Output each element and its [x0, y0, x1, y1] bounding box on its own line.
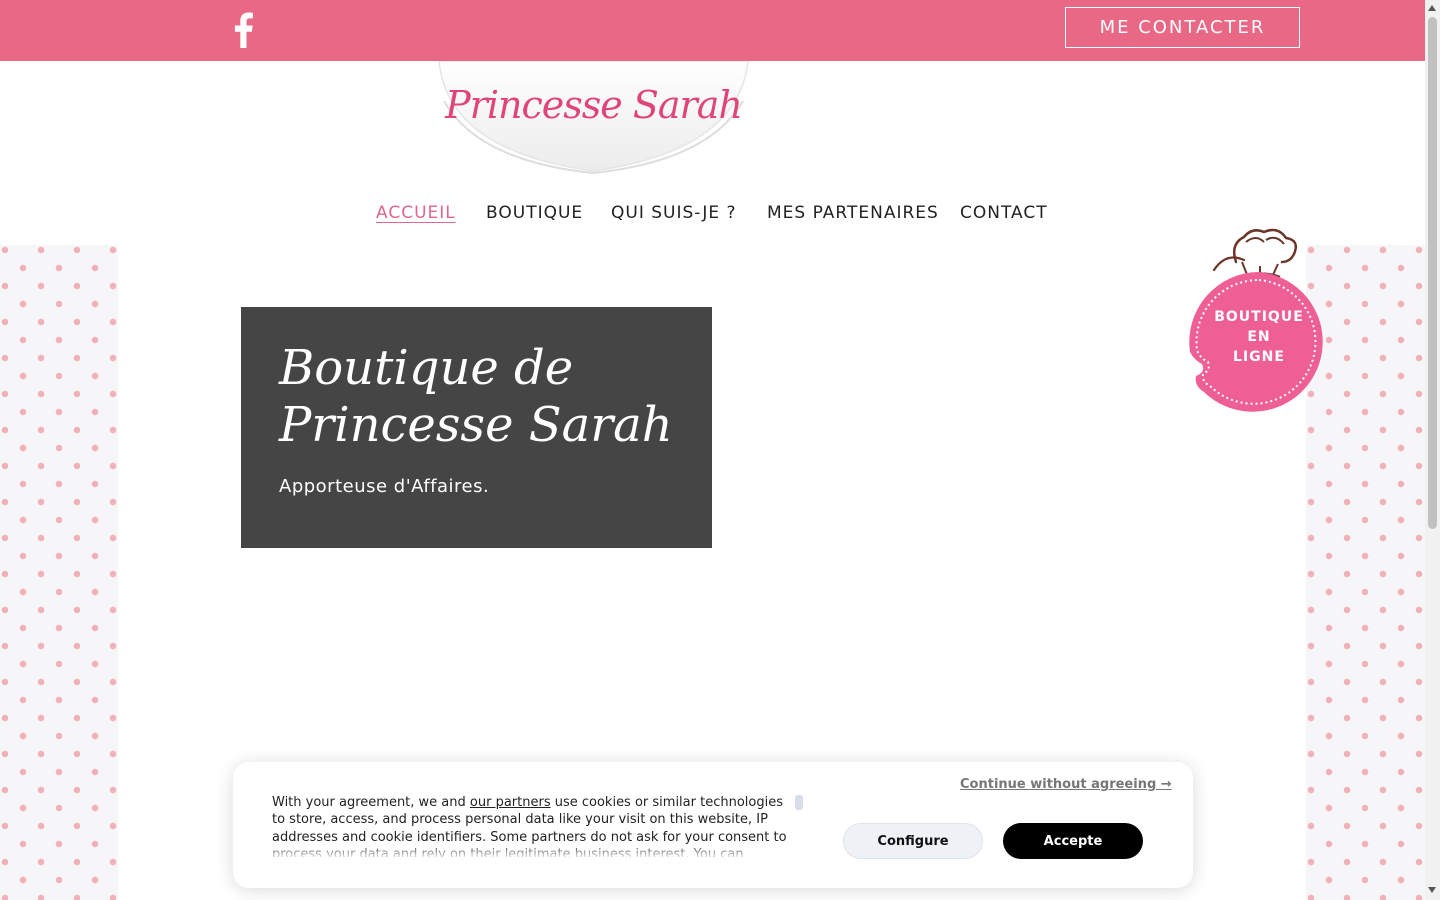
nav-item-accueil[interactable]: ACCUEIL: [376, 203, 456, 223]
partners-link[interactable]: our partners: [470, 795, 551, 810]
nav-item-mes-partenaires[interactable]: MES PARTENAIRES: [767, 203, 939, 223]
online-shop-badge[interactable]: BOUTIQUE EN LIGNE: [1186, 222, 1332, 418]
hero-title: Boutique de Princesse Sarah: [279, 340, 699, 454]
badge-text-line3: LIGNE: [1233, 349, 1285, 365]
hero-title-line2: Princesse Sarah: [279, 397, 673, 453]
facebook-icon[interactable]: [231, 12, 255, 48]
configure-button[interactable]: Configure: [843, 823, 983, 859]
cookie-text-scrollbar[interactable]: [795, 795, 803, 810]
scrollbar-thumb[interactable]: [1428, 17, 1437, 529]
badge-text: BOUTIQUE EN LIGNE: [1186, 307, 1332, 367]
nav-item-qui-suis-je[interactable]: QUI SUIS-JE ?: [611, 203, 737, 223]
hero-title-line1: Boutique de: [279, 340, 574, 396]
scroll-down-arrow-icon[interactable]: [1428, 887, 1436, 893]
nav-item-contact[interactable]: CONTACT: [960, 203, 1048, 223]
site-logo[interactable]: Princesse Sarah: [438, 61, 749, 175]
top-bar: ME CONTACTER: [0, 0, 1425, 61]
hero-subtitle: Apporteuse d'Affaires.: [279, 476, 490, 497]
cookie-text-fade: [272, 842, 792, 860]
continue-without-agreeing-link[interactable]: Continue without agreeing →: [960, 777, 1172, 792]
scroll-up-arrow-icon[interactable]: [1428, 5, 1436, 11]
logo-text: Princesse Sarah: [445, 83, 743, 127]
badge-text-line2: EN: [1247, 329, 1271, 345]
badge-text-line1: BOUTIQUE: [1214, 309, 1304, 325]
polka-dot-background-left: [0, 245, 118, 900]
page-scrollbar[interactable]: [1425, 0, 1440, 900]
contact-me-button[interactable]: ME CONTACTER: [1065, 7, 1300, 48]
nav-item-boutique[interactable]: BOUTIQUE: [486, 203, 583, 223]
hero-box: Boutique de Princesse Sarah Apporteuse d…: [241, 307, 712, 548]
cookie-text-start: With your agreement, we and: [272, 795, 470, 810]
accept-button[interactable]: Accepte: [1003, 823, 1143, 859]
cookie-banner: With your agreement, we and our partners…: [233, 762, 1193, 888]
